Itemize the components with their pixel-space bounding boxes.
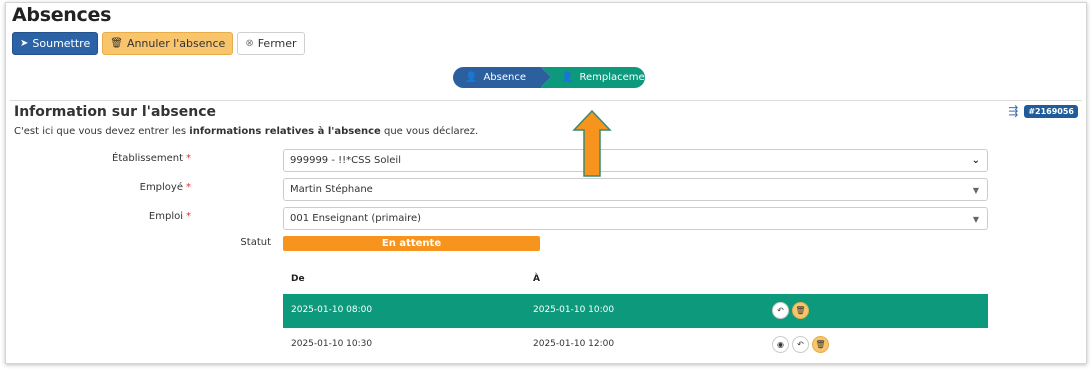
cell-to: 2025-01-10 12:00 [533, 339, 615, 349]
close-button[interactable]: ⊗ Fermer [237, 32, 305, 55]
intro-suffix: que vous déclarez. [380, 126, 479, 137]
intro-bold: informations relatives à l'absence [189, 126, 381, 137]
employe-label: Employé * [139, 182, 191, 193]
step-remplacement[interactable]: 👤 Remplacement [541, 67, 655, 88]
row-etablissement: Établissement * 999999 - !!*CSS Soleil ⌄ [6, 149, 1006, 173]
chevron-down-icon: ⌄ [971, 155, 980, 166]
send-icon: ➤ [20, 37, 29, 49]
row-employe: Employé * Martin Stéphane ▼ [6, 178, 1006, 202]
divider [10, 100, 1082, 101]
workflow-stepper: 👤 Absence 👤 Remplacement [453, 67, 655, 88]
step-remplacement-label: Remplacement [579, 72, 655, 83]
table-row[interactable]: 2025-01-10 10:30 2025-01-10 12:00 ◉ ↶ 🗑 [283, 328, 988, 362]
pointer-arrow-icon [572, 110, 612, 177]
submit-button[interactable]: ➤ Soumettre [12, 32, 99, 55]
step-absence[interactable]: 👤 Absence [453, 67, 551, 88]
section-intro: C'est ici que vous devez entrer les info… [14, 126, 478, 137]
caret-down-icon: ▼ [972, 215, 979, 224]
reference-area: ⇶ #2169056 [1008, 104, 1078, 118]
reference-badge: #2169056 [1024, 104, 1078, 118]
delete-icon[interactable]: 🗑 [792, 302, 809, 319]
cell-from: 2025-01-10 08:00 [291, 305, 373, 315]
cell-from: 2025-01-10 10:30 [291, 339, 373, 349]
caret-down-icon: ▼ [972, 186, 979, 195]
undo-icon[interactable]: ↶ [792, 336, 809, 353]
close-circle-icon: ⊗ [245, 37, 254, 49]
statut-label: Statut [240, 237, 271, 248]
employe-select[interactable]: Martin Stéphane ▼ [283, 178, 988, 201]
header-from: De [291, 274, 305, 284]
periods-table: De À 2025-01-10 08:00 2025-01-10 10:00 ↶… [283, 265, 988, 362]
header-to: À [533, 274, 540, 284]
trash-icon: 🗑 [110, 37, 123, 49]
submit-button-label: Soumettre [32, 37, 91, 50]
intro-prefix: C'est ici que vous devez entrer les [14, 126, 190, 137]
row-emploi: Emploi * 001 Enseignant (primaire) ▼ [6, 207, 1006, 231]
undo-icon[interactable]: ↶ [772, 302, 789, 319]
close-button-label: Fermer [257, 37, 297, 50]
etablissement-select[interactable]: 999999 - !!*CSS Soleil ⌄ [283, 149, 988, 172]
status-badge: En attente [283, 236, 540, 251]
etablissement-value: 999999 - !!*CSS Soleil [290, 155, 401, 166]
section-title: Information sur l'absence [14, 104, 216, 120]
employe-value: Martin Stéphane [290, 184, 373, 195]
toolbar: ➤ Soumettre 🗑 Annuler l'absence ⊗ Fermer [12, 32, 305, 55]
emploi-value: 001 Enseignant (primaire) [290, 213, 422, 224]
row-actions: ↶ 🗑 [772, 302, 809, 319]
emploi-select[interactable]: 001 Enseignant (primaire) ▼ [283, 207, 988, 230]
workflow-icon[interactable]: ⇶ [1008, 104, 1018, 118]
etablissement-label: Établissement * [112, 153, 191, 164]
cancel-absence-button[interactable]: 🗑 Annuler l'absence [102, 32, 234, 55]
delete-icon[interactable]: 🗑 [812, 336, 829, 353]
absence-page: Absences ➤ Soumettre 🗑 Annuler l'absence… [5, 2, 1087, 364]
cell-to: 2025-01-10 10:00 [533, 305, 615, 315]
user-icon: 👤 [561, 72, 574, 83]
cancel-absence-button-label: Annuler l'absence [126, 37, 226, 50]
emploi-label: Emploi * [148, 211, 191, 222]
user-clock-icon: 👤 [465, 72, 478, 83]
row-actions: ◉ ↶ 🗑 [772, 336, 829, 353]
page-title: Absences [12, 4, 112, 26]
table-header: De À [283, 265, 988, 294]
table-row[interactable]: 2025-01-10 08:00 2025-01-10 10:00 ↶ 🗑 [283, 294, 988, 328]
step-absence-label: Absence [483, 72, 526, 83]
eye-icon[interactable]: ◉ [772, 336, 789, 353]
